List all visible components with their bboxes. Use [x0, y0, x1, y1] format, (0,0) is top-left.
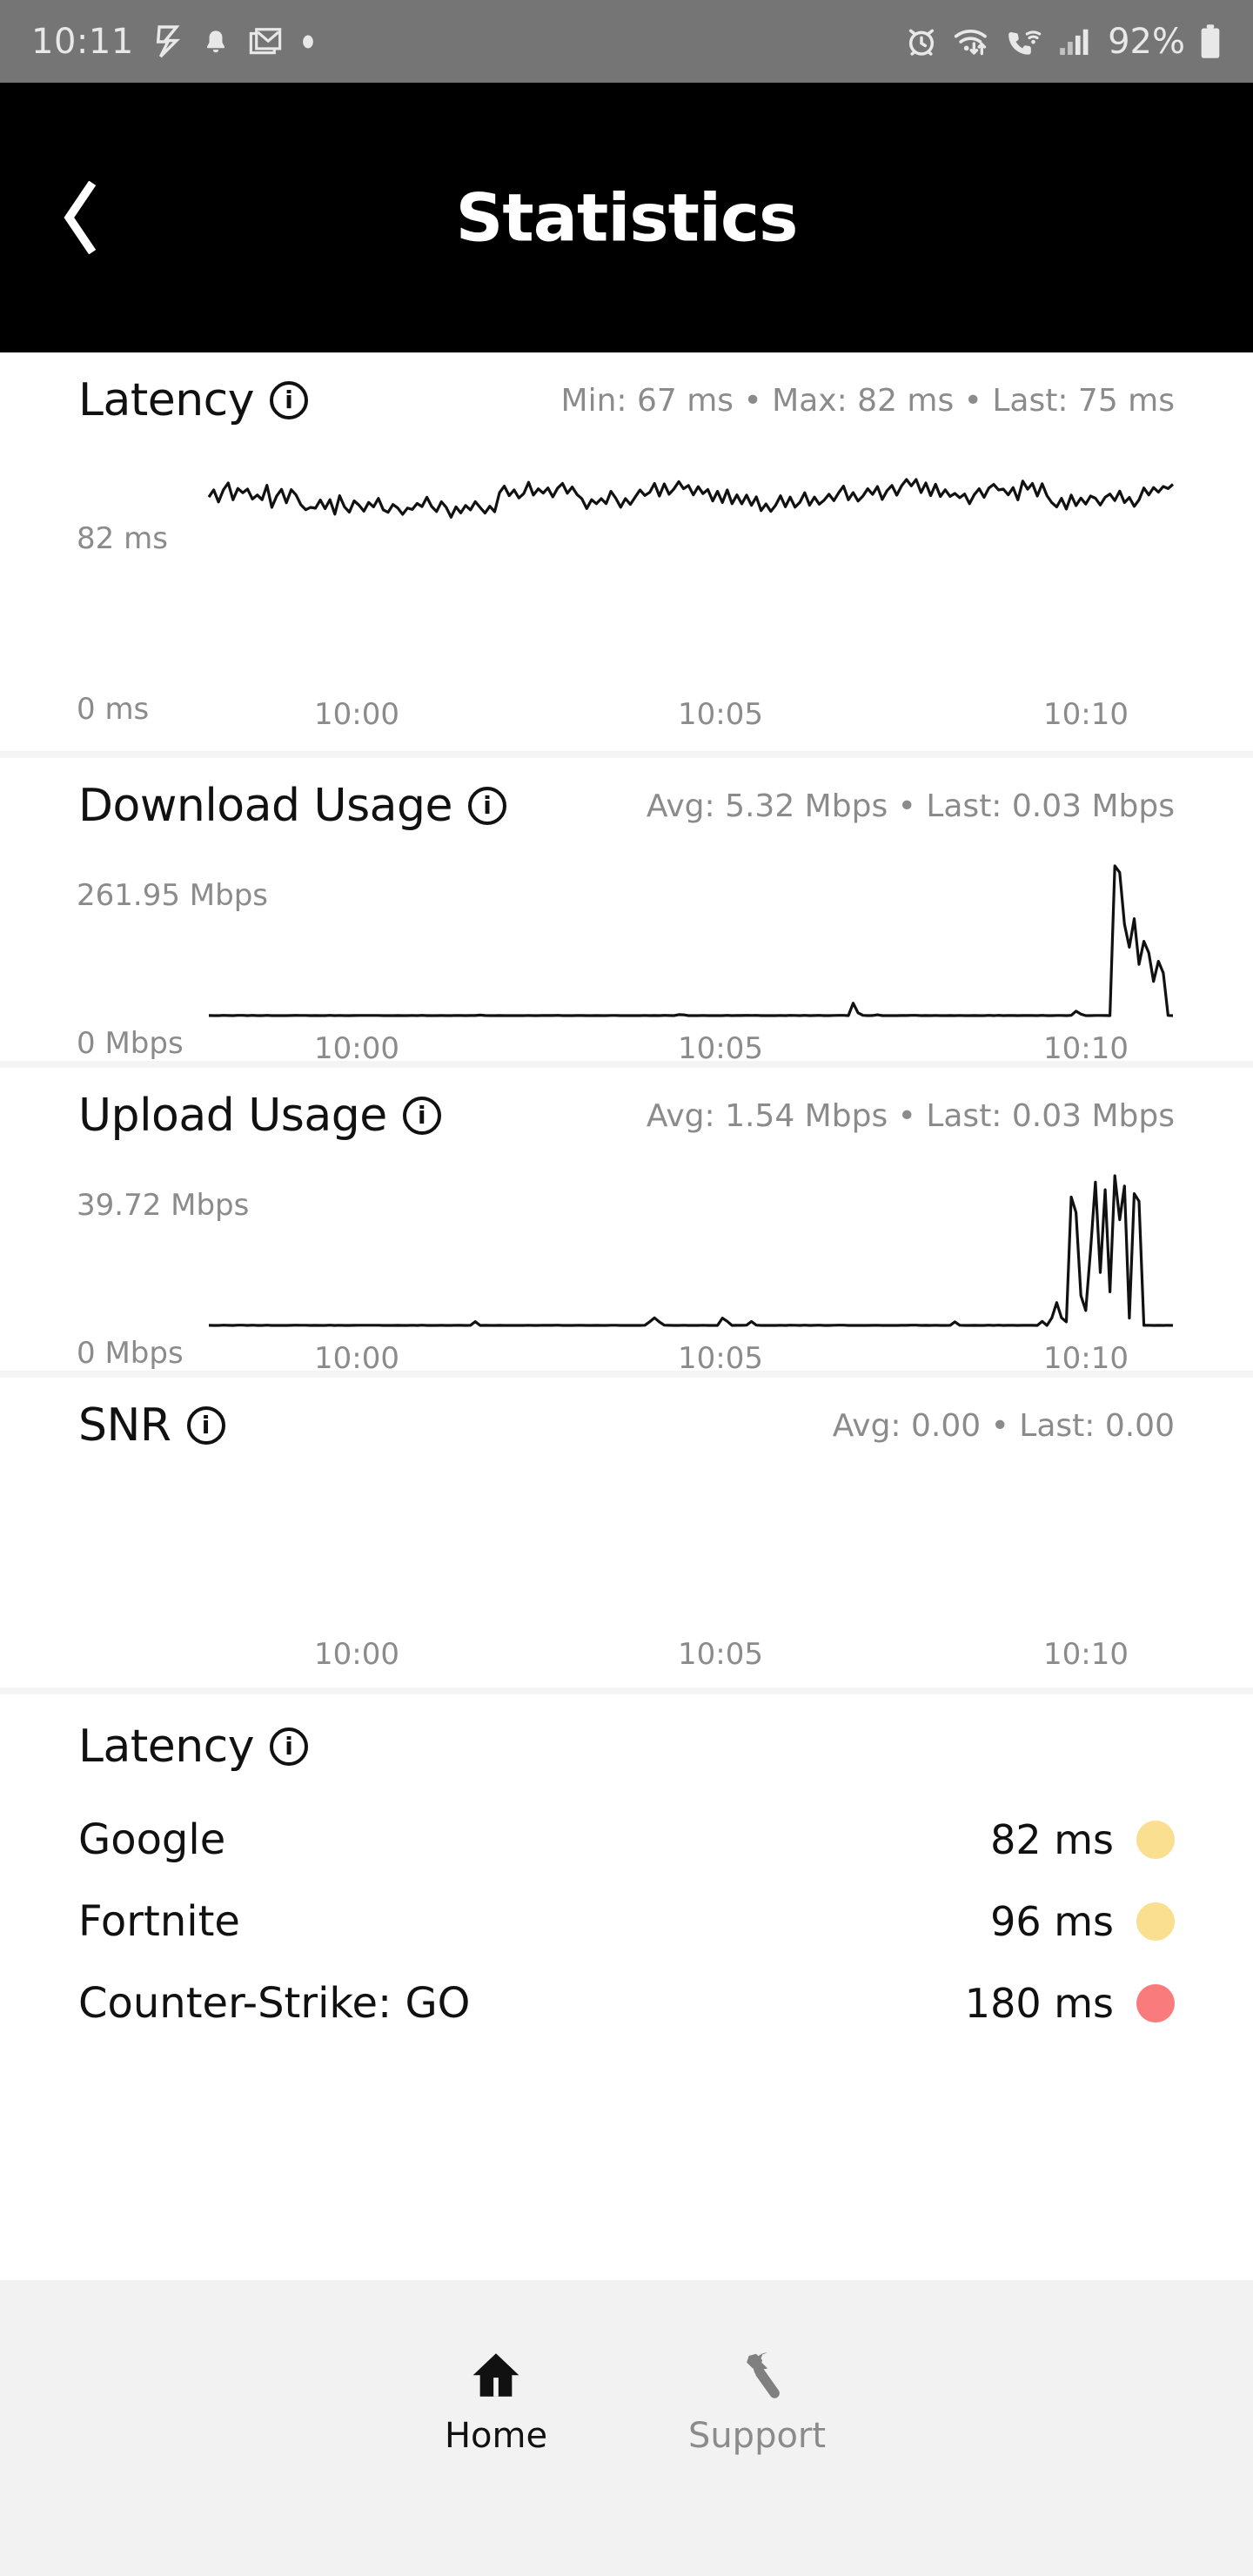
x-tick-upload-1: 10:05 [678, 1341, 763, 1376]
gmail-icon [249, 27, 281, 54]
x-tick-latency-0: 10:00 [314, 697, 399, 732]
info-icon[interactable]: i [270, 1727, 309, 1766]
chart-download: 261.95 Mbps 0 Mbps 10:00 10:05 10:10 [0, 854, 1253, 1066]
y-axis-max-download: 261.95 Mbps [77, 878, 268, 913]
chart-snr: 10:00 10:05 10:10 [0, 1473, 1253, 1687]
section-upload: Upload Usage i Avg: 1.54 Mbps • Last: 0.… [0, 1068, 1253, 1376]
wifi-transfer-icon [954, 29, 987, 55]
nav-item-support[interactable]: Support [679, 2348, 835, 2456]
section-stats-snr: Avg: 0.00 • Last: 0.00 [832, 1407, 1175, 1444]
section-header-snr: SNR i Avg: 0.00 • Last: 0.00 [0, 1378, 1253, 1473]
status-bar-clock: 10:11 [31, 21, 134, 62]
section-title-latency-list: Latency [78, 1721, 255, 1773]
x-tick-latency-1: 10:05 [678, 697, 763, 732]
section-stats-upload: Avg: 1.54 Mbps • Last: 0.03 Mbps [646, 1097, 1175, 1134]
x-tick-snr-1: 10:05 [678, 1637, 763, 1672]
section-title-upload: Upload Usage [78, 1090, 387, 1142]
list-item[interactable]: Counter-Strike: GO 180 ms [0, 1962, 1253, 2044]
section-header-latency-list: Latency i [0, 1694, 1253, 1799]
section-title-wrap-download: Download Usage i [78, 780, 507, 832]
nfc-icon [156, 24, 180, 57]
section-stats-download: Avg: 5.32 Mbps • Last: 0.03 Mbps [646, 788, 1175, 824]
x-tick-snr-2: 10:10 [1043, 1637, 1129, 1672]
bell-icon [206, 30, 224, 52]
battery-icon [1201, 23, 1220, 58]
nav-item-home[interactable]: Home [418, 2348, 574, 2456]
list-item-right: 96 ms [990, 1898, 1175, 1945]
section-header-download: Download Usage i Avg: 5.32 Mbps • Last: … [0, 758, 1253, 854]
section-latency-list: Latency i Google 82 ms Fortnite 96 ms Co… [0, 1694, 1253, 2044]
app-header: Statistics [0, 83, 1253, 352]
list-item-value: 82 ms [990, 1816, 1114, 1863]
wifi-calling-icon [1008, 30, 1042, 55]
alarm-icon [909, 29, 935, 56]
info-icon[interactable]: i [186, 1406, 225, 1445]
bottom-navigation: Home Support [0, 2280, 1253, 2576]
info-icon[interactable]: i [468, 787, 507, 825]
list-item[interactable]: Google 82 ms [0, 1799, 1253, 1881]
signal-bars-icon [1060, 29, 1089, 55]
chart-latency: 82 ms 0 ms 10:00 10:05 10:10 [0, 448, 1253, 751]
list-item-right: 180 ms [965, 1980, 1175, 2027]
list-item-value: 180 ms [964, 1980, 1114, 2027]
x-tick-snr-0: 10:00 [314, 1637, 399, 1672]
section-title-latency: Latency [78, 374, 255, 426]
list-item-name: Google [78, 1815, 226, 1864]
list-item-name: Fortnite [78, 1897, 240, 1946]
section-latency: Latency i Min: 67 ms • Max: 82 ms • Last… [0, 352, 1253, 751]
phone-screen: 10:11 92% Statistics Latency i Min: 67 m… [0, 0, 1253, 2576]
section-header-latency: Latency i Min: 67 ms • Max: 82 ms • Last… [0, 352, 1253, 448]
status-dot-icon [1136, 1821, 1175, 1859]
info-icon[interactable]: i [402, 1097, 441, 1135]
y-axis-max-latency: 82 ms [77, 521, 168, 556]
section-title-wrap-upload: Upload Usage i [78, 1090, 441, 1142]
status-bar: 10:11 92% [0, 0, 1253, 83]
x-tick-upload-2: 10:10 [1043, 1341, 1129, 1376]
list-item-name: Counter-Strike: GO [78, 1979, 471, 2028]
y-axis-min-download: 0 Mbps [77, 1026, 184, 1061]
list-item-right: 82 ms [990, 1816, 1175, 1863]
y-axis-max-upload: 39.72 Mbps [77, 1188, 250, 1223]
x-tick-download-2: 10:10 [1043, 1031, 1129, 1066]
status-dot-icon [1136, 1984, 1175, 2023]
section-download: Download Usage i Avg: 5.32 Mbps • Last: … [0, 758, 1253, 1066]
list-item[interactable]: Fortnite 96 ms [0, 1881, 1253, 1962]
wrench-icon [747, 2352, 780, 2398]
x-tick-download-0: 10:00 [314, 1031, 399, 1066]
section-title-wrap-latency-list: Latency i [78, 1721, 309, 1773]
info-icon[interactable]: i [270, 381, 309, 419]
section-stats-latency: Min: 67 ms • Max: 82 ms • Last: 75 ms [560, 382, 1175, 419]
nav-label-support: Support [687, 2416, 827, 2456]
section-snr: SNR i Avg: 0.00 • Last: 0.00 10:00 10:05… [0, 1378, 1253, 1687]
list-item-value: 96 ms [990, 1898, 1114, 1945]
battery-percent-label: 92% [1108, 21, 1185, 62]
status-dot-icon [1136, 1902, 1175, 1941]
section-title-wrap-snr: SNR i [78, 1399, 225, 1452]
stats-scroll-area[interactable]: Latency i Min: 67 ms • Max: 82 ms • Last… [0, 352, 1253, 2280]
home-icon [472, 2353, 519, 2397]
x-tick-latency-2: 10:10 [1043, 697, 1129, 732]
section-divider [0, 751, 1253, 758]
dot-icon [302, 35, 313, 48]
y-axis-min-upload: 0 Mbps [77, 1336, 184, 1371]
section-divider [0, 1687, 1253, 1694]
nav-label-home: Home [444, 2416, 548, 2456]
section-title-wrap-latency: Latency i [78, 374, 309, 426]
section-header-upload: Upload Usage i Avg: 1.54 Mbps • Last: 0.… [0, 1068, 1253, 1164]
section-title-snr: SNR [78, 1399, 171, 1452]
section-title-download: Download Usage [78, 780, 453, 832]
y-axis-min-latency: 0 ms [77, 692, 150, 727]
status-bar-right: 92% [904, 22, 1222, 62]
x-tick-upload-0: 10:00 [314, 1341, 399, 1376]
page-title: Statistics [455, 178, 799, 257]
x-tick-download-1: 10:05 [678, 1031, 763, 1066]
chart-upload: 39.72 Mbps 0 Mbps 10:00 10:05 10:10 [0, 1164, 1253, 1376]
status-bar-left: 10:11 [31, 22, 315, 62]
